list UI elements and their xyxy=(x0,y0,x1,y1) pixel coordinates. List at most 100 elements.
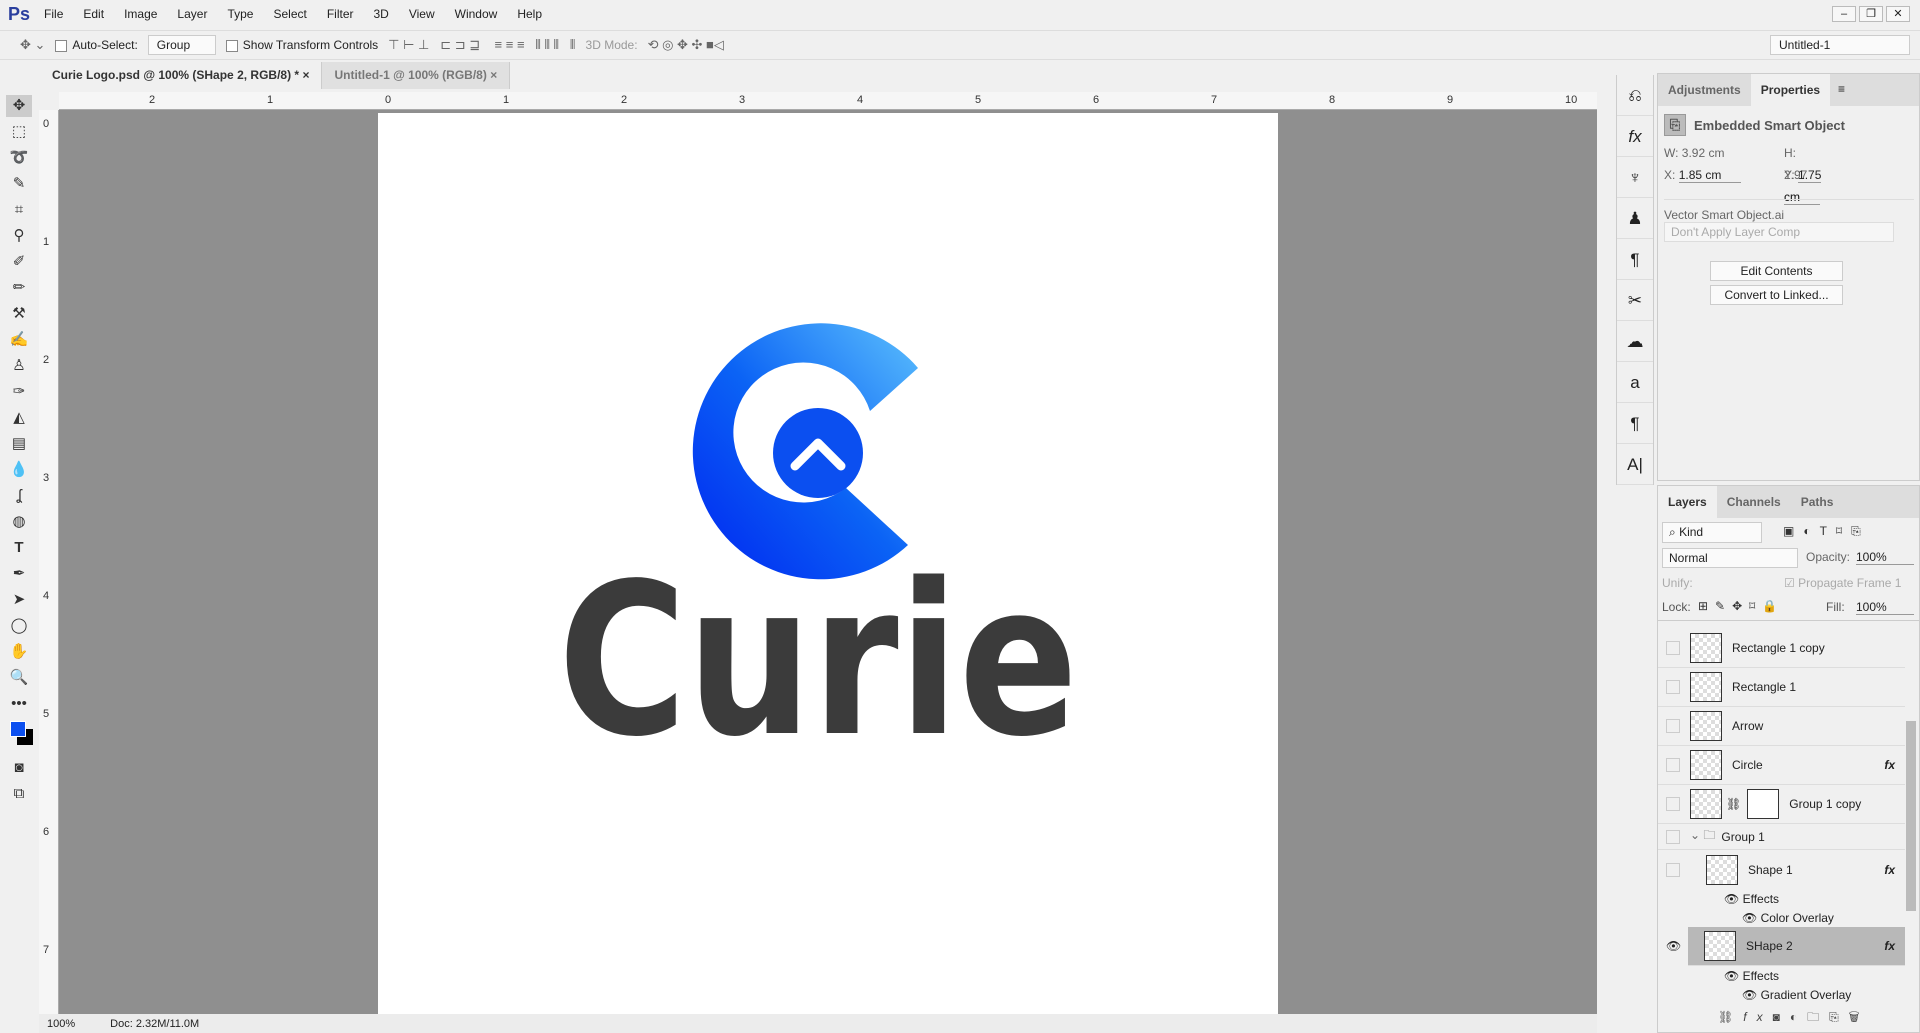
close-tab-icon[interactable]: × xyxy=(490,68,497,82)
tab-properties[interactable]: Properties xyxy=(1750,74,1831,106)
fill-input[interactable]: 100% xyxy=(1856,600,1914,615)
pen-tool-icon[interactable]: ✒ xyxy=(6,563,32,585)
convert-to-linked-button[interactable]: Convert to Linked... xyxy=(1710,285,1843,305)
tab-untitled-1[interactable]: Untitled-1 @ 100% (RGB/8) × xyxy=(322,62,511,89)
crop-tool-icon[interactable]: ⌗ xyxy=(6,199,32,221)
workspace-dropdown[interactable]: Untitled-1 xyxy=(1770,35,1910,55)
styles-icon[interactable]: fx xyxy=(1617,116,1653,157)
color-swatches[interactable] xyxy=(6,719,33,753)
eye-icon[interactable]: 👁 xyxy=(1666,939,1681,953)
visibility-toggle[interactable] xyxy=(1666,829,1680,844)
menu-file[interactable]: File xyxy=(44,7,63,21)
menu-layer[interactable]: Layer xyxy=(177,7,207,21)
show-transform-checkbox[interactable]: Show Transform Controls xyxy=(225,38,378,52)
doc-size[interactable]: Doc: 2.32M/11.0M xyxy=(110,1018,199,1030)
quick-select-tool-icon[interactable]: ✎ xyxy=(6,173,32,195)
move-tool-icon[interactable]: ✥ ⌄ xyxy=(20,37,45,53)
blur-tool-icon[interactable]: 💧 xyxy=(6,459,32,481)
sponge-tool-icon[interactable]: ◍ xyxy=(6,511,32,533)
visibility-toggle[interactable] xyxy=(1666,862,1680,877)
link-icon[interactable]: ⛓ xyxy=(1726,797,1741,811)
ellipse-tool-icon[interactable]: ◯ xyxy=(6,615,32,637)
move-tool-icon[interactable]: ✥ xyxy=(6,95,32,117)
document-canvas[interactable]: Curie xyxy=(378,113,1278,1014)
layer-comp-dropdown[interactable]: Don't Apply Layer Comp xyxy=(1664,222,1894,242)
filter-icons[interactable]: ▣◐T⌑⎘ xyxy=(1783,524,1870,539)
panel-menu-icon[interactable]: ≡ xyxy=(1838,82,1845,98)
history-icon[interactable]: ⎌ xyxy=(1617,75,1653,116)
lasso-tool-icon[interactable]: ➰ xyxy=(6,147,32,169)
tab-channels[interactable]: Channels xyxy=(1717,486,1791,518)
visibility-toggle[interactable] xyxy=(1666,719,1680,733)
menu-view[interactable]: View xyxy=(409,7,435,21)
mixer-brush-icon[interactable]: ✑ xyxy=(6,381,32,403)
menu-3d[interactable]: 3D xyxy=(374,7,389,21)
eyedropper-tool-icon[interactable]: ⚲ xyxy=(6,225,32,247)
effect-gradient-overlay[interactable]: 👁 Gradient Overlay xyxy=(1742,985,1851,1004)
hand-tool-icon[interactable]: ✋ xyxy=(6,641,32,663)
lock-icons[interactable]: ⊞✎✥⌑🔒 xyxy=(1698,599,1784,613)
quick-mask-icon[interactable]: ◙ xyxy=(6,757,32,779)
eraser-tool-icon[interactable]: ◭ xyxy=(6,407,32,429)
brush-tool-icon[interactable]: ✏ xyxy=(6,277,32,299)
zoom-level[interactable]: 100% xyxy=(47,1018,75,1030)
menu-edit[interactable]: Edit xyxy=(83,7,104,21)
layer-row[interactable]: Shape 1 fx xyxy=(1658,850,1905,889)
layer-row[interactable]: Arrow xyxy=(1658,707,1905,746)
history-brush-icon[interactable]: ✍ xyxy=(6,329,32,351)
glyphs-icon[interactable]: a xyxy=(1617,362,1653,403)
layer-footer-icons[interactable]: ⛓fx◙◐🗀⎘🗑 xyxy=(1718,1008,1870,1029)
effects-row[interactable]: 👁 Effects xyxy=(1724,889,1779,908)
canvas-area[interactable]: Curie xyxy=(59,110,1597,1014)
3d-mode-icons[interactable]: ⟲ ◎ ✥ ✣ ■◁ xyxy=(648,37,724,53)
menu-type[interactable]: Type xyxy=(227,7,253,21)
close-tab-icon[interactable]: × xyxy=(302,68,309,82)
paragraph-styles-icon[interactable]: ¶ xyxy=(1617,403,1653,444)
menu-window[interactable]: Window xyxy=(455,7,498,21)
tab-curie-logo[interactable]: Curie Logo.psd @ 100% (SHape 2, RGB/8) *… xyxy=(40,62,323,89)
clone-stamp-icon[interactable]: ⚒ xyxy=(6,303,32,325)
libraries-icon[interactable]: ☁ xyxy=(1617,321,1653,362)
fx-icon[interactable]: fx xyxy=(1884,758,1895,772)
visibility-toggle[interactable] xyxy=(1666,641,1680,655)
type-tool-icon[interactable]: T xyxy=(6,537,32,559)
brushes-icon[interactable]: ♆ xyxy=(1617,157,1653,198)
visibility-toggle[interactable] xyxy=(1666,797,1680,811)
tab-paths[interactable]: Paths xyxy=(1791,486,1844,518)
layer-row[interactable]: Rectangle 1 copy xyxy=(1658,629,1905,668)
opacity-input[interactable]: 100% xyxy=(1856,550,1914,565)
paragraph-icon[interactable]: ¶ xyxy=(1617,239,1653,280)
healing-brush-icon[interactable]: ✐ xyxy=(6,251,32,273)
effects-row[interactable]: 👁 Effects xyxy=(1724,966,1779,985)
marquee-tool-icon[interactable]: ⬚ xyxy=(6,121,32,143)
propagate-frame-checkbox[interactable]: ☑ Propagate Frame 1 xyxy=(1784,576,1901,590)
menu-select[interactable]: Select xyxy=(273,7,306,21)
stamp-icon[interactable]: ♙ xyxy=(6,355,32,377)
blend-mode-dropdown[interactable]: Normal xyxy=(1662,548,1798,568)
kind-filter-dropdown[interactable]: ⌕ Kind xyxy=(1662,522,1762,543)
layer-row-selected[interactable]: SHape 2 fx xyxy=(1688,927,1905,966)
folder-icon[interactable]: ⌄ 🗀 xyxy=(1690,826,1715,847)
layer-row[interactable]: ⛓ Group 1 copy xyxy=(1658,785,1905,824)
layers-scrollbar[interactable] xyxy=(1906,721,1916,911)
visibility-toggle[interactable] xyxy=(1666,758,1680,772)
layer-row[interactable]: Circle fx xyxy=(1658,746,1905,785)
effect-color-overlay[interactable]: 👁 Color Overlay xyxy=(1742,908,1834,927)
screen-mode-icon[interactable]: ⧉ xyxy=(6,783,32,805)
tab-layers[interactable]: Layers xyxy=(1658,486,1717,518)
x-input[interactable]: 1.85 cm xyxy=(1678,168,1742,183)
fx-icon[interactable]: fx xyxy=(1884,863,1895,877)
auto-select-checkbox[interactable]: Auto-Select: xyxy=(55,38,138,52)
gradient-tool-icon[interactable]: ▤ xyxy=(6,433,32,455)
clone-source-icon[interactable]: ♟ xyxy=(1617,198,1653,239)
more-tools-icon[interactable]: ••• xyxy=(6,693,32,715)
tool-presets-icon[interactable]: ✂ xyxy=(1617,280,1653,321)
menu-image[interactable]: Image xyxy=(124,7,157,21)
restore-button[interactable]: ❐ xyxy=(1859,6,1883,22)
group-row[interactable]: ⌄ 🗀 Group 1 xyxy=(1658,824,1905,850)
edit-contents-button[interactable]: Edit Contents xyxy=(1710,261,1843,281)
fx-icon[interactable]: fx xyxy=(1884,939,1895,953)
menu-filter[interactable]: Filter xyxy=(327,7,354,21)
tab-adjustments[interactable]: Adjustments xyxy=(1658,74,1751,106)
layer-row[interactable]: Rectangle 1 xyxy=(1658,668,1905,707)
